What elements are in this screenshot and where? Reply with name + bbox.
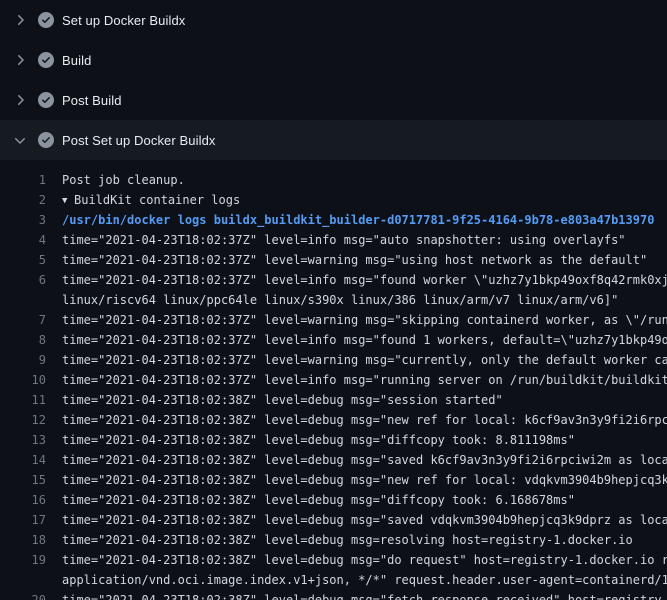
line-number[interactable]: 3 [0,210,46,230]
line-number[interactable]: 4 [0,230,46,250]
log-text: time="2021-04-23T18:02:37Z" level=warnin… [62,310,667,330]
log-text: linux/riscv64 linux/ppc64le linux/s390x … [62,290,618,310]
log-line: 15 time="2021-04-23T18:02:38Z" level=deb… [0,470,667,490]
step-header-post-set-up-docker-buildx[interactable]: Post Set up Docker Buildx [0,120,667,160]
log-line: 12 time="2021-04-23T18:02:38Z" level=deb… [0,410,667,430]
log-group-header[interactable]: 2 ▼BuildKit container logs [0,190,667,210]
log-text: ▼BuildKit container logs [62,190,240,210]
log-line: 6 time="2021-04-23T18:02:37Z" level=info… [0,270,667,290]
group-toggle-icon[interactable]: ▼ [62,191,74,211]
log-line: linux/riscv64 linux/ppc64le linux/s390x … [0,290,667,310]
log-line: 13 time="2021-04-23T18:02:38Z" level=deb… [0,430,667,450]
log-line: 10 time="2021-04-23T18:02:37Z" level=inf… [0,370,667,390]
chevron-right-icon [12,12,28,28]
step-label: Set up Docker Buildx [62,13,185,28]
log-line: 5 time="2021-04-23T18:02:37Z" level=warn… [0,250,667,270]
log-text: time="2021-04-23T18:02:38Z" level=debug … [62,510,667,530]
log-text: time="2021-04-23T18:02:37Z" level=warnin… [62,350,667,370]
log-line: 7 time="2021-04-23T18:02:37Z" level=warn… [0,310,667,330]
log-line: 16 time="2021-04-23T18:02:38Z" level=deb… [0,490,667,510]
log-text: Post job cleanup. [62,170,185,190]
command-log-line: 3 /usr/bin/docker logs buildx_buildkit_b… [0,210,667,230]
log-text: time="2021-04-23T18:02:37Z" level=info m… [62,230,626,250]
step-header-set-up-docker-buildx[interactable]: Set up Docker Buildx [0,0,667,40]
step-list: Set up Docker Buildx Build Post Build Po… [0,0,667,160]
chevron-right-icon [12,52,28,68]
workflow-log-viewer: Set up Docker Buildx Build Post Build Po… [0,0,667,600]
log-text: time="2021-04-23T18:02:37Z" level=info m… [62,370,667,390]
line-number[interactable]: 11 [0,390,46,410]
log-text: time="2021-04-23T18:02:38Z" level=debug … [62,530,633,550]
log-text: time="2021-04-23T18:02:38Z" level=debug … [62,450,667,470]
line-number[interactable]: 18 [0,530,46,550]
step-label: Build [62,53,91,68]
line-number[interactable]: 15 [0,470,46,490]
chevron-right-icon [12,132,28,148]
log-line: 4 time="2021-04-23T18:02:37Z" level=info… [0,230,667,250]
check-circle-icon [38,92,54,108]
log-line: application/vnd.oci.image.index.v1+json,… [0,570,667,590]
line-number[interactable]: 16 [0,490,46,510]
line-number[interactable]: 5 [0,250,46,270]
line-number[interactable]: 14 [0,450,46,470]
log-line: 11 time="2021-04-23T18:02:38Z" level=deb… [0,390,667,410]
line-number [0,290,46,310]
line-number [0,570,46,590]
check-circle-icon [38,12,54,28]
log-text: /usr/bin/docker logs buildx_buildkit_bui… [62,210,654,230]
step-header-post-build[interactable]: Post Build [0,80,667,120]
log-text: time="2021-04-23T18:02:38Z" level=debug … [62,410,667,430]
line-number[interactable]: 6 [0,270,46,290]
line-number[interactable]: 20 [0,590,46,600]
log-area: 1 Post job cleanup. 2 ▼BuildKit containe… [0,160,667,600]
line-number[interactable]: 1 [0,170,46,190]
check-circle-icon [38,52,54,68]
log-line: 18 time="2021-04-23T18:02:38Z" level=deb… [0,530,667,550]
group-label[interactable]: BuildKit container logs [74,193,240,207]
log-text: time="2021-04-23T18:02:37Z" level=warnin… [62,250,647,270]
chevron-right-icon [12,92,28,108]
line-number[interactable]: 12 [0,410,46,430]
log-line: 17 time="2021-04-23T18:02:38Z" level=deb… [0,510,667,530]
log-line: 14 time="2021-04-23T18:02:38Z" level=deb… [0,450,667,470]
log-text: time="2021-04-23T18:02:38Z" level=debug … [62,430,575,450]
line-number[interactable]: 8 [0,330,46,350]
log-line: 9 time="2021-04-23T18:02:37Z" level=warn… [0,350,667,370]
log-text: time="2021-04-23T18:02:37Z" level=info m… [62,330,667,350]
log-line: 1 Post job cleanup. [0,170,667,190]
log-text: time="2021-04-23T18:02:38Z" level=debug … [62,590,667,600]
log-text: time="2021-04-23T18:02:38Z" level=debug … [62,470,667,490]
line-number[interactable]: 19 [0,550,46,570]
line-number[interactable]: 7 [0,310,46,330]
log-text: time="2021-04-23T18:02:37Z" level=info m… [62,270,667,290]
log-text: application/vnd.oci.image.index.v1+json,… [62,570,667,590]
log-text: time="2021-04-23T18:02:38Z" level=debug … [62,490,575,510]
line-number[interactable]: 17 [0,510,46,530]
line-number[interactable]: 10 [0,370,46,390]
check-circle-icon [38,132,54,148]
line-number[interactable]: 13 [0,430,46,450]
log-line: 8 time="2021-04-23T18:02:37Z" level=info… [0,330,667,350]
step-label: Post Set up Docker Buildx [62,133,216,148]
log-line: 19 time="2021-04-23T18:02:38Z" level=deb… [0,550,667,570]
log-text: time="2021-04-23T18:02:38Z" level=debug … [62,390,503,410]
line-number[interactable]: 9 [0,350,46,370]
step-header-build[interactable]: Build [0,40,667,80]
line-number[interactable]: 2 [0,190,46,210]
step-label: Post Build [62,93,122,108]
log-line: 20 time="2021-04-23T18:02:38Z" level=deb… [0,590,667,600]
log-text: time="2021-04-23T18:02:38Z" level=debug … [62,550,667,570]
